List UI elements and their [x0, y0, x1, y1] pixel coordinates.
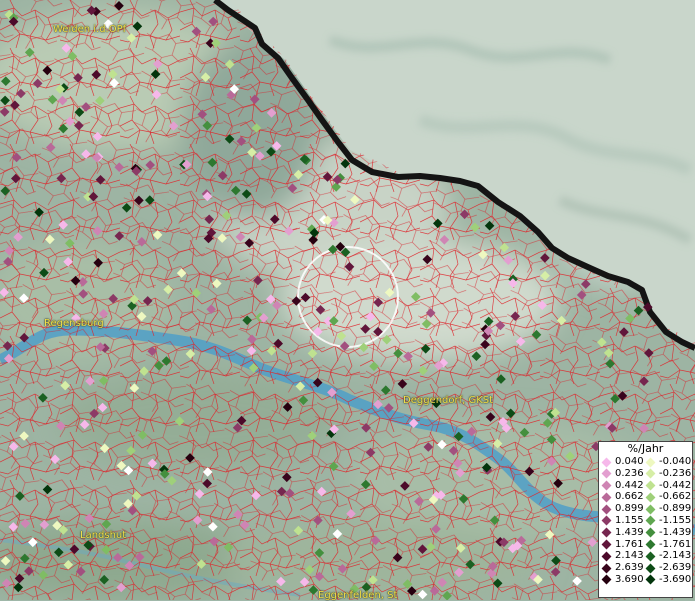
legend-title: %/Jahr — [627, 442, 664, 455]
legend-row: 2.143 -2.143 — [599, 550, 692, 562]
legend-value-positive: 3.690 — [615, 573, 644, 585]
legend-swatch-negative — [645, 551, 656, 562]
legend-value-positive: 2.143 — [615, 550, 644, 562]
legend-value-negative: -0.662 — [659, 491, 692, 503]
map-canvas[interactable] — [0, 0, 695, 600]
legend-row: 1.155 -1.155 — [599, 515, 692, 527]
city-label-deggendorf: Deggendorf, GKSt — [403, 395, 494, 406]
legend-row: 0.899 -0.899 — [599, 503, 692, 515]
legend-value-positive: 2.639 — [615, 562, 644, 574]
legend-swatch-negative — [645, 480, 656, 491]
legend-value-negative: -2.143 — [659, 550, 692, 562]
legend-swatch-positive — [601, 468, 612, 479]
legend-value-negative: -0.442 — [659, 479, 692, 491]
legend-swatch-positive — [601, 480, 612, 491]
legend-swatch-negative — [645, 527, 656, 538]
legend-value-negative: -0.236 — [659, 467, 692, 479]
legend-row: 0.236 -0.236 — [599, 468, 692, 480]
legend-value-positive: 0.442 — [615, 479, 644, 491]
legend-row: 2.639 -2.639 — [599, 562, 692, 574]
legend-value-positive: 1.439 — [615, 526, 644, 538]
legend-swatch-positive — [601, 516, 612, 526]
legend-value-positive: 1.761 — [615, 538, 644, 550]
legend-swatch-positive — [601, 563, 612, 574]
legend-value-negative: -3.690 — [659, 573, 692, 585]
legend-swatch-negative — [645, 516, 656, 526]
legend-row: 0.662 -0.662 — [599, 491, 692, 503]
legend-row: 0.442 -0.442 — [599, 480, 692, 492]
legend-rows: 0.040 -0.040 0.236 -0.236 0.442 -0.442 0.662 -0… — [599, 456, 692, 586]
legend-value-negative: -2.639 — [659, 562, 692, 574]
legend-value-positive: 0.899 — [615, 503, 644, 515]
legend-swatch-negative — [645, 468, 656, 479]
legend-value-negative: -1.439 — [659, 526, 692, 538]
map-legend: %/Jahr 0.040 -0.040 0.236 -0.236 0.442 -0.442… — [598, 441, 693, 598]
legend-swatch-positive — [601, 551, 612, 562]
legend-swatch-negative — [645, 504, 656, 515]
legend-row: 1.761 -1.761 — [599, 539, 692, 551]
legend-swatch-negative — [645, 457, 656, 467]
legend-value-negative: -0.899 — [659, 503, 692, 515]
city-label-eggenfelden: Eggenfelden, St — [318, 590, 398, 601]
legend-value-positive: 1.155 — [615, 514, 644, 526]
legend-value-negative: -0.040 — [659, 456, 692, 467]
legend-value-positive: 0.662 — [615, 491, 644, 503]
legend-swatch-positive — [601, 539, 612, 550]
legend-row: 3.690 -3.690 — [599, 574, 692, 586]
city-label-landshut: Landshut — [80, 530, 127, 541]
legend-value-positive: 0.236 — [615, 467, 644, 479]
legend-swatch-negative — [645, 575, 656, 585]
legend-swatch-positive — [601, 527, 612, 538]
legend-row: 1.439 -1.439 — [599, 527, 692, 539]
city-label-regensburg: Regensburg — [44, 318, 104, 329]
legend-row: 0.040 -0.040 — [599, 456, 692, 468]
legend-swatch-negative — [645, 563, 656, 574]
legend-swatch-negative — [645, 539, 656, 550]
legend-swatch-positive — [601, 575, 612, 585]
city-label-weiden: Weiden i.d.OPf — [53, 24, 127, 35]
legend-value-positive: 0.040 — [615, 456, 644, 467]
legend-swatch-positive — [601, 492, 612, 503]
legend-swatch-negative — [645, 492, 656, 503]
legend-value-negative: -1.155 — [659, 514, 692, 526]
legend-swatch-positive — [601, 457, 612, 467]
legend-value-negative: -1.761 — [659, 538, 692, 550]
legend-swatch-positive — [601, 504, 612, 515]
